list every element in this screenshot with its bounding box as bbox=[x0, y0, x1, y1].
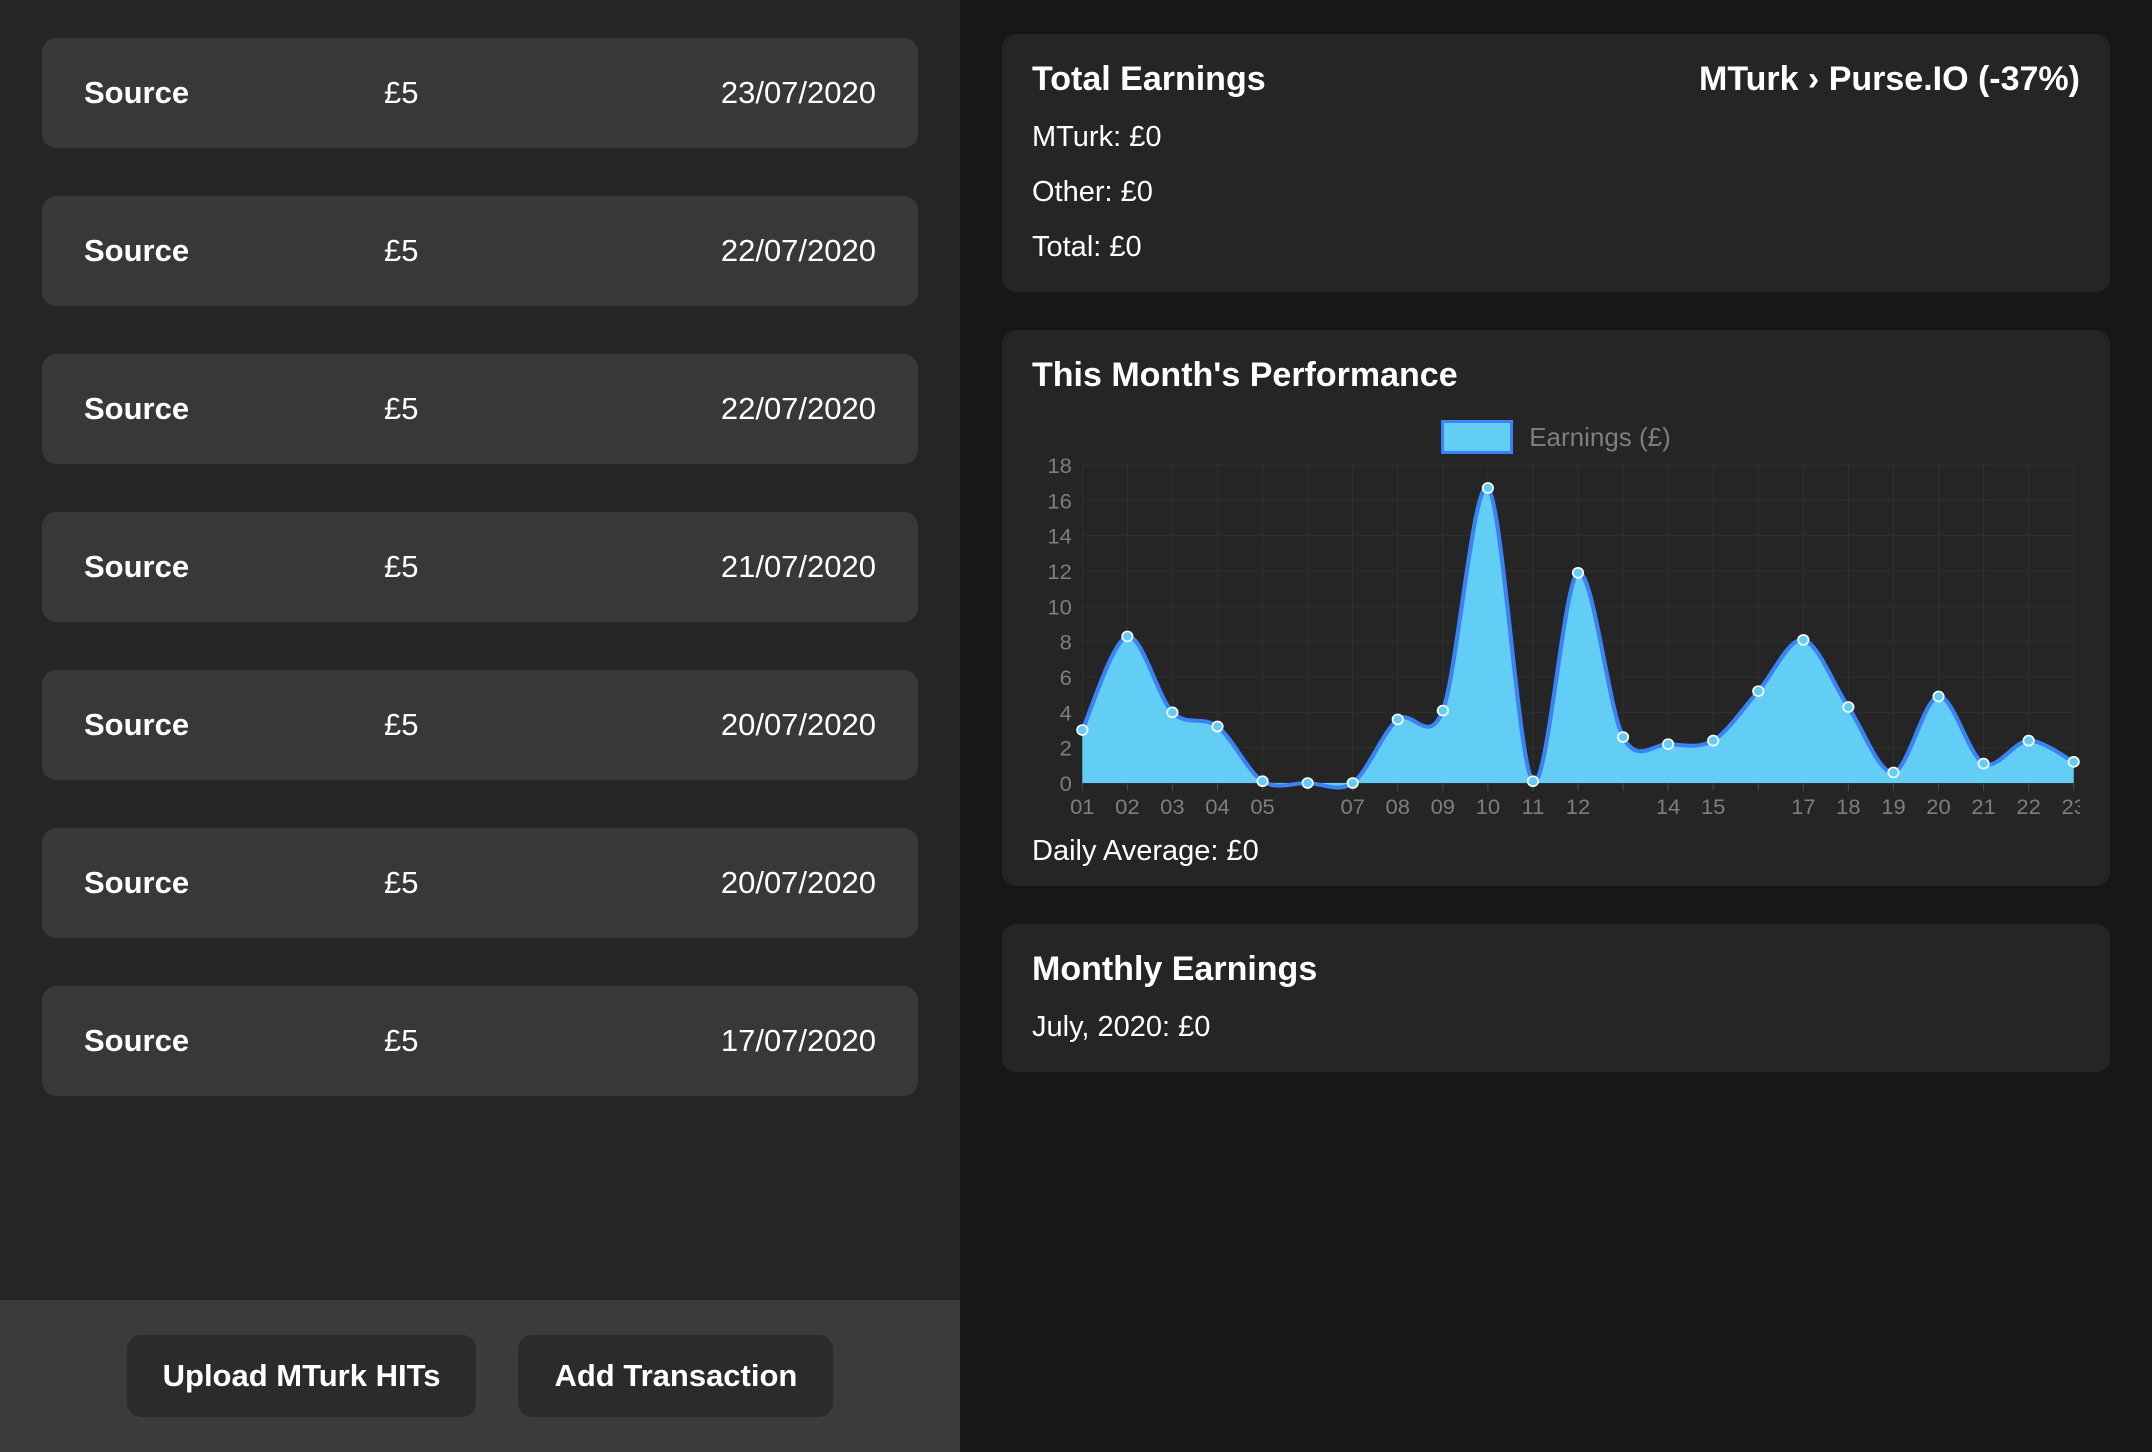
transaction-source: Source bbox=[84, 865, 384, 901]
svg-text:08: 08 bbox=[1386, 795, 1411, 818]
transaction-row[interactable]: Source£521/07/2020 bbox=[42, 512, 918, 622]
transaction-list: Source£523/07/2020Source£522/07/2020Sour… bbox=[0, 0, 960, 1300]
svg-text:20: 20 bbox=[1926, 795, 1951, 818]
monthly-earnings-card: Monthly Earnings July, 2020: £0 bbox=[1002, 924, 2110, 1072]
total-earnings-card: Total Earnings MTurk › Purse.IO (-37%) M… bbox=[1002, 34, 2110, 292]
transaction-date: 23/07/2020 bbox=[614, 75, 876, 111]
transaction-source: Source bbox=[84, 707, 384, 743]
transaction-date: 20/07/2020 bbox=[614, 865, 876, 901]
performance-title: This Month's Performance bbox=[1032, 356, 2080, 395]
svg-text:05: 05 bbox=[1250, 795, 1275, 818]
total-earnings-title: Total Earnings bbox=[1032, 60, 1266, 99]
transaction-amount: £5 bbox=[384, 865, 614, 901]
svg-text:19: 19 bbox=[1881, 795, 1905, 818]
total-earnings-value: Total: £0 bbox=[1032, 231, 2080, 264]
svg-text:6: 6 bbox=[1060, 666, 1072, 689]
transaction-amount: £5 bbox=[384, 707, 614, 743]
monthly-earnings-value: July, 2020: £0 bbox=[1032, 1011, 2080, 1044]
svg-text:09: 09 bbox=[1431, 795, 1455, 818]
action-bar: Upload MTurk HITs Add Transaction bbox=[0, 1300, 960, 1452]
svg-text:0: 0 bbox=[1060, 772, 1072, 795]
earnings-chart[interactable]: Earnings (£) 024681012141618010203040507… bbox=[1032, 417, 2080, 825]
svg-text:07: 07 bbox=[1340, 795, 1364, 818]
transaction-date: 17/07/2020 bbox=[614, 1023, 876, 1059]
transaction-date: 22/07/2020 bbox=[614, 391, 876, 427]
daily-average-value: Daily Average: £0 bbox=[1032, 835, 2080, 868]
mturk-earnings-value: MTurk: £0 bbox=[1032, 121, 2080, 154]
svg-text:4: 4 bbox=[1060, 702, 1072, 725]
transaction-source: Source bbox=[84, 391, 384, 427]
svg-text:02: 02 bbox=[1115, 795, 1139, 818]
upload-mturk-hits-button[interactable]: Upload MTurk HITs bbox=[127, 1335, 477, 1417]
svg-text:12: 12 bbox=[1047, 560, 1071, 583]
transaction-row[interactable]: Source£520/07/2020 bbox=[42, 828, 918, 938]
svg-text:18: 18 bbox=[1047, 457, 1072, 478]
svg-text:01: 01 bbox=[1070, 795, 1094, 818]
legend-swatch-icon bbox=[1441, 420, 1513, 454]
conversion-rate-badge: MTurk › Purse.IO (-37%) bbox=[1699, 60, 2080, 99]
svg-text:12: 12 bbox=[1566, 795, 1590, 818]
svg-text:14: 14 bbox=[1656, 795, 1681, 818]
dashboard-panel: Total Earnings MTurk › Purse.IO (-37%) M… bbox=[960, 0, 2152, 1452]
svg-text:16: 16 bbox=[1047, 490, 1072, 513]
transaction-row[interactable]: Source£520/07/2020 bbox=[42, 670, 918, 780]
svg-text:8: 8 bbox=[1060, 631, 1072, 654]
transaction-row[interactable]: Source£522/07/2020 bbox=[42, 354, 918, 464]
svg-text:14: 14 bbox=[1047, 525, 1072, 548]
transaction-amount: £5 bbox=[384, 549, 614, 585]
add-transaction-button[interactable]: Add Transaction bbox=[518, 1335, 833, 1417]
monthly-earnings-title: Monthly Earnings bbox=[1032, 950, 2080, 989]
transaction-amount: £5 bbox=[384, 233, 614, 269]
svg-text:15: 15 bbox=[1701, 795, 1726, 818]
transaction-date: 21/07/2020 bbox=[614, 549, 876, 585]
transaction-row[interactable]: Source£523/07/2020 bbox=[42, 38, 918, 148]
svg-text:04: 04 bbox=[1205, 795, 1230, 818]
transactions-panel: Source£523/07/2020Source£522/07/2020Sour… bbox=[0, 0, 960, 1452]
svg-text:23: 23 bbox=[2061, 795, 2080, 818]
svg-text:22: 22 bbox=[2016, 795, 2040, 818]
transaction-row[interactable]: Source£522/07/2020 bbox=[42, 196, 918, 306]
svg-text:17: 17 bbox=[1791, 795, 1815, 818]
transaction-amount: £5 bbox=[384, 75, 614, 111]
transaction-amount: £5 bbox=[384, 1023, 614, 1059]
transaction-source: Source bbox=[84, 75, 384, 111]
svg-text:10: 10 bbox=[1476, 795, 1501, 818]
transaction-source: Source bbox=[84, 1023, 384, 1059]
transaction-date: 22/07/2020 bbox=[614, 233, 876, 269]
svg-text:2: 2 bbox=[1060, 737, 1072, 760]
transaction-date: 20/07/2020 bbox=[614, 707, 876, 743]
svg-text:03: 03 bbox=[1160, 795, 1185, 818]
transaction-amount: £5 bbox=[384, 391, 614, 427]
chart-canvas: 0246810121416180102030405070809101112141… bbox=[1032, 457, 2080, 825]
svg-text:10: 10 bbox=[1047, 596, 1072, 619]
app-root: Source£523/07/2020Source£522/07/2020Sour… bbox=[0, 0, 2152, 1452]
chart-legend: Earnings (£) bbox=[1032, 417, 2080, 457]
legend-label: Earnings (£) bbox=[1529, 422, 1671, 453]
transaction-source: Source bbox=[84, 233, 384, 269]
other-earnings-value: Other: £0 bbox=[1032, 176, 2080, 209]
svg-text:18: 18 bbox=[1836, 795, 1861, 818]
svg-text:21: 21 bbox=[1971, 795, 1995, 818]
transaction-source: Source bbox=[84, 549, 384, 585]
svg-text:11: 11 bbox=[1522, 795, 1545, 818]
total-earnings-header: Total Earnings MTurk › Purse.IO (-37%) bbox=[1032, 60, 2080, 99]
performance-card: This Month's Performance Earnings (£) 02… bbox=[1002, 330, 2110, 886]
transaction-row[interactable]: Source£517/07/2020 bbox=[42, 986, 918, 1096]
